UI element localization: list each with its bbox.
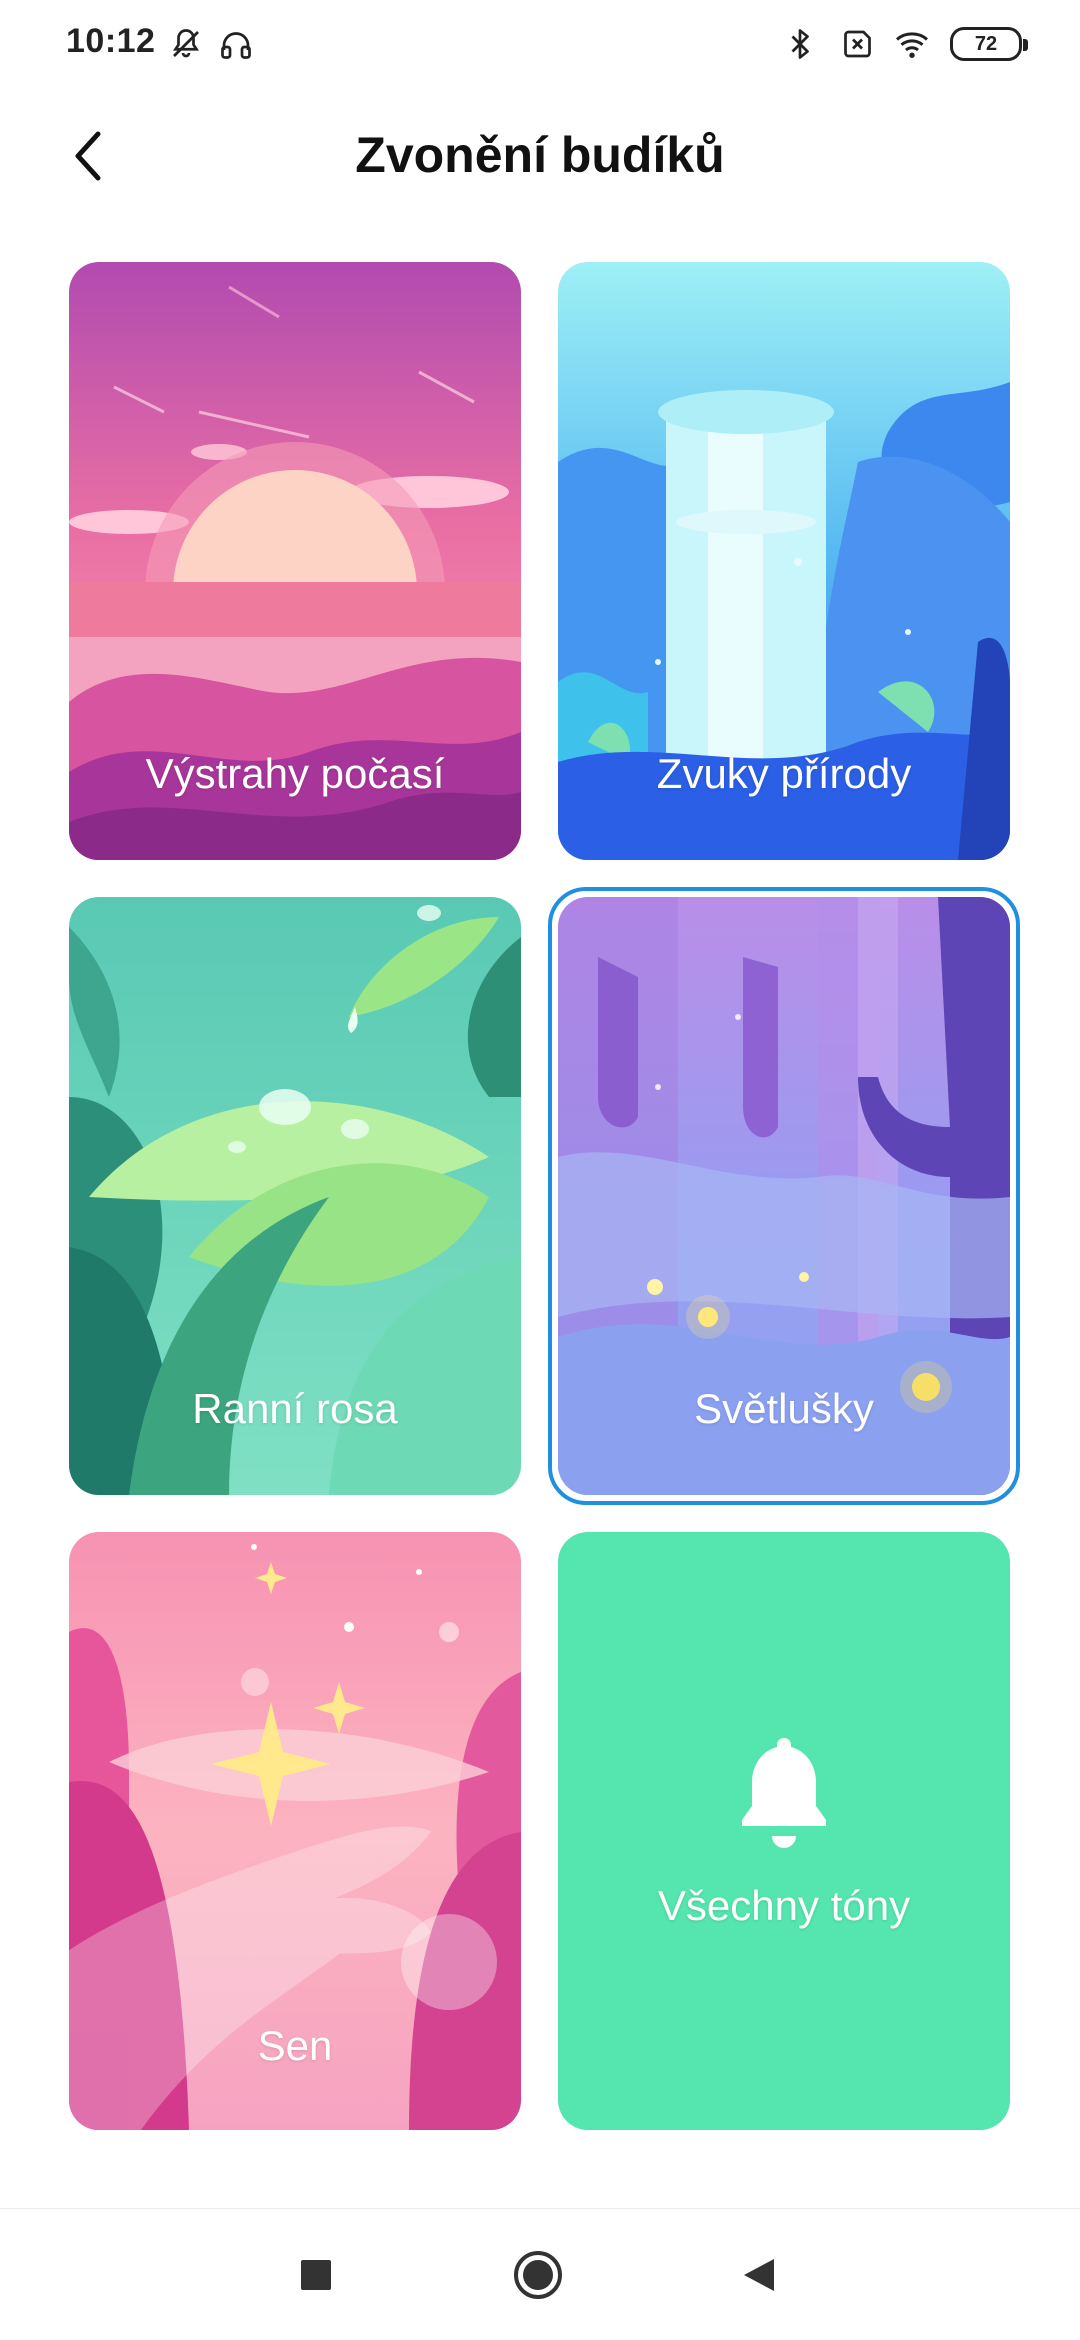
recent-apps-icon (301, 2260, 331, 2290)
card-nature-sounds[interactable]: Zvuky přírody (558, 262, 1010, 860)
home-button[interactable] (508, 2245, 568, 2305)
home-icon (514, 2251, 562, 2299)
card-weather-alerts[interactable]: Výstrahy počasí (69, 262, 521, 860)
back-triangle-icon (744, 2259, 774, 2291)
bluetooth-icon (791, 29, 809, 59)
wifi-icon (895, 32, 929, 58)
battery-indicator: 72 (950, 27, 1028, 61)
bell-icon (742, 1738, 826, 1848)
status-bar: 10:12 72 (0, 0, 1080, 96)
status-time: 10:12 (66, 22, 156, 60)
card-dream[interactable]: Sen (69, 1532, 521, 2130)
bell-off-icon (172, 29, 200, 58)
card-label: Sen (257, 2022, 333, 2069)
card-label: Zvuky přírody (656, 750, 912, 797)
card-all-tones[interactable]: Všechny tóny (558, 1532, 1010, 2130)
back-nav-button[interactable] (730, 2245, 790, 2305)
alarm-sounds-screen: 10:12 72 Zvonění budíků Výstrahy počasí … (0, 0, 1080, 2340)
card-label: Ranní rosa (192, 1385, 398, 1432)
card-label: Výstrahy počasí (145, 750, 445, 797)
header: Zvonění budíků (0, 110, 1080, 206)
navigation-bar (0, 2208, 1080, 2340)
card-fireflies[interactable]: Světlušky (558, 897, 1010, 1495)
headphones-icon (221, 32, 251, 59)
card-morning-dew[interactable]: Ranní rosa (69, 897, 521, 1495)
card-label: Všechny tóny (657, 1882, 911, 1929)
page-title: Zvonění budíků (355, 127, 725, 183)
sim-off-icon (844, 30, 871, 58)
card-label: Světlušky (694, 1385, 874, 1432)
recent-apps-button[interactable] (286, 2245, 346, 2305)
